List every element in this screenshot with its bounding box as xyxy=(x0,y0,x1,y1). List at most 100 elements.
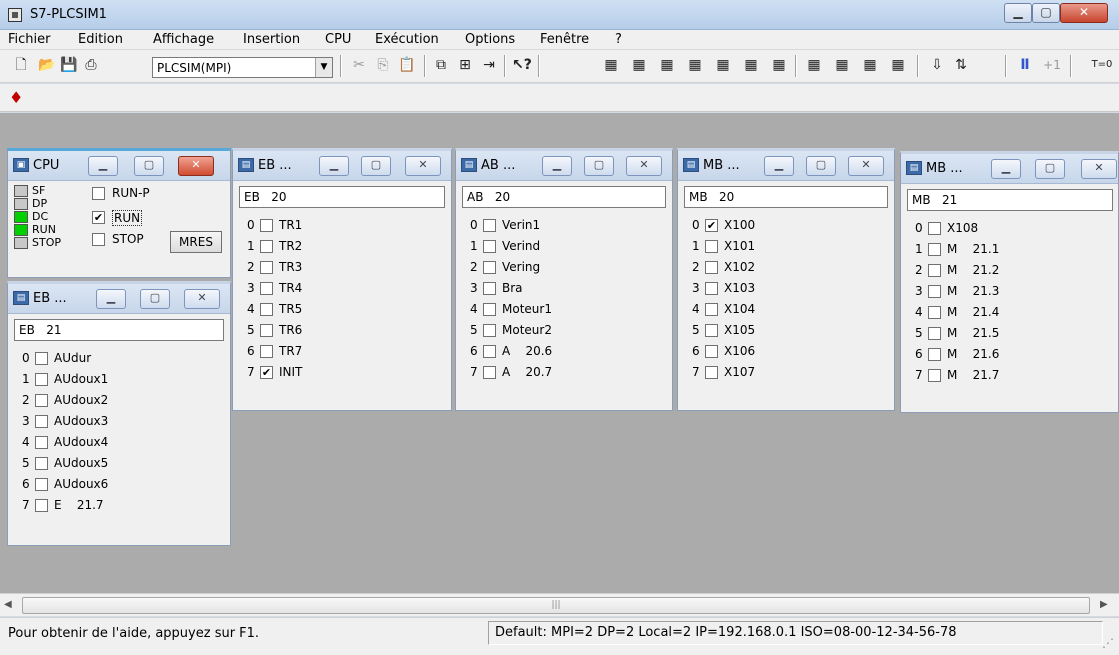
stop-checkbox[interactable] xyxy=(92,233,105,246)
mb20-maximize-button[interactable]: ▢ xyxy=(806,156,836,176)
pin-icon[interactable]: ⇥ xyxy=(480,56,498,74)
pause-icon[interactable]: Ⅱ xyxy=(1016,56,1034,74)
run-p-checkbox[interactable] xyxy=(92,187,105,200)
menu-fichier[interactable]: Fichier xyxy=(8,32,51,47)
bit-checkbox[interactable] xyxy=(928,222,941,235)
ab20-address-field[interactable]: AB 20 xyxy=(462,186,666,208)
bit-checkbox[interactable] xyxy=(928,348,941,361)
bit-checkbox[interactable] xyxy=(705,282,718,295)
menu-affichage[interactable]: Affichage xyxy=(153,32,214,47)
connection-select[interactable]: PLCSIM(MPI) ▼ xyxy=(152,57,333,78)
eb20-minimize-button[interactable]: ▁ xyxy=(319,156,349,176)
bit-checkbox[interactable] xyxy=(705,366,718,379)
horizontal-scrollbar[interactable]: ◀ ||| ▶ xyxy=(0,593,1119,616)
insert-bit-memory-icon[interactable]: ▦ xyxy=(658,56,676,74)
breakpoint-pin-icon[interactable]: ♦ xyxy=(9,88,23,107)
insert-output-icon[interactable]: ▦ xyxy=(686,56,704,74)
bit-checkbox[interactable] xyxy=(705,240,718,253)
bit-checkbox[interactable] xyxy=(483,282,496,295)
eb20-close-button[interactable]: ✕ xyxy=(405,156,441,176)
scroll-left-arrow-icon[interactable]: ◀ xyxy=(4,598,18,612)
chevron-down-icon[interactable]: ▼ xyxy=(315,58,332,77)
bit-checkbox[interactable] xyxy=(35,499,48,512)
cpu-minimize-button[interactable]: ▁ xyxy=(88,156,118,176)
context-help-icon[interactable]: ↖? xyxy=(512,56,532,74)
insert-input-icon[interactable]: ▦ xyxy=(602,56,620,74)
cpu-maximize-button[interactable]: ▢ xyxy=(134,156,164,176)
eb20-maximize-button[interactable]: ▢ xyxy=(361,156,391,176)
bit-checkbox[interactable] xyxy=(928,285,941,298)
bit-checkbox[interactable] xyxy=(928,369,941,382)
bit-checkbox[interactable] xyxy=(35,478,48,491)
open-folder-icon[interactable]: 📂 xyxy=(38,56,56,74)
bit-checkbox[interactable] xyxy=(928,327,941,340)
insert-timer-icon[interactable]: ▦ xyxy=(714,56,732,74)
resize-grip-icon[interactable]: ⋰ xyxy=(1102,636,1114,650)
menu-execution[interactable]: Exécution xyxy=(375,32,439,47)
mb20-close-button[interactable]: ✕ xyxy=(848,156,884,176)
copy-icon[interactable]: ⎘ xyxy=(374,56,392,74)
bit-checkbox[interactable] xyxy=(35,394,48,407)
mb20-address-field[interactable]: MB 20 xyxy=(684,186,888,208)
bit-checkbox[interactable] xyxy=(483,303,496,316)
single-scan-icon[interactable]: ⇩ xyxy=(928,56,946,74)
maximize-button[interactable]: ▢ xyxy=(1032,3,1060,23)
insert-block-register-icon[interactable]: ▦ xyxy=(861,56,879,74)
new-file-icon[interactable]: 🗋 xyxy=(12,56,30,74)
minimize-button[interactable]: ▁ xyxy=(1004,3,1032,23)
insert-counter-icon[interactable]: ▦ xyxy=(742,56,760,74)
bit-checkbox[interactable] xyxy=(260,261,273,274)
bit-checkbox[interactable] xyxy=(705,324,718,337)
bit-checkbox[interactable] xyxy=(35,373,48,386)
mb20-minimize-button[interactable]: ▁ xyxy=(764,156,794,176)
insert-accumulator-icon[interactable]: ▦ xyxy=(833,56,851,74)
eb21-address-field[interactable]: EB 21 xyxy=(14,319,224,341)
menu-cpu[interactable]: CPU xyxy=(325,32,351,47)
bit-checkbox[interactable] xyxy=(260,345,273,358)
eb21-close-button[interactable]: ✕ xyxy=(184,289,220,309)
tile-icon[interactable]: ⊞ xyxy=(456,56,474,74)
ab20-minimize-button[interactable]: ▁ xyxy=(542,156,572,176)
bit-checkbox[interactable] xyxy=(928,264,941,277)
bit-checkbox[interactable] xyxy=(260,282,273,295)
bit-checkbox[interactable] xyxy=(705,303,718,316)
bit-checkbox[interactable] xyxy=(705,261,718,274)
menu-edition[interactable]: Edition xyxy=(78,32,123,47)
bit-checkbox[interactable] xyxy=(35,352,48,365)
bit-checkbox[interactable] xyxy=(928,243,941,256)
bit-checkbox[interactable] xyxy=(928,306,941,319)
bit-checkbox[interactable] xyxy=(483,345,496,358)
insert-generic-icon[interactable]: ▦ xyxy=(770,56,788,74)
bit-checkbox[interactable] xyxy=(705,345,718,358)
timer-reset-button[interactable]: T=0 xyxy=(1088,56,1116,74)
paste-icon[interactable]: 📋 xyxy=(398,56,416,74)
bit-checkbox[interactable] xyxy=(260,240,273,253)
bit-checkbox[interactable] xyxy=(260,219,273,232)
eb20-address-field[interactable]: EB 20 xyxy=(239,186,445,208)
bit-checkbox[interactable] xyxy=(483,261,496,274)
menu-options[interactable]: Options xyxy=(465,32,515,47)
bit-checkbox[interactable] xyxy=(483,240,496,253)
scroll-thumb[interactable]: ||| xyxy=(22,597,1090,614)
print-icon[interactable]: ⎙ xyxy=(82,56,100,74)
bit-checkbox[interactable] xyxy=(260,324,273,337)
mb21-close-button[interactable]: ✕ xyxy=(1081,159,1117,179)
eb21-maximize-button[interactable]: ▢ xyxy=(140,289,170,309)
bit-checkbox[interactable] xyxy=(35,436,48,449)
continuous-scan-icon[interactable]: ⇅ xyxy=(952,56,970,74)
step-button[interactable]: +1 xyxy=(1040,56,1064,74)
bit-checkbox[interactable] xyxy=(483,219,496,232)
cpu-close-button[interactable]: ✕ xyxy=(178,156,214,176)
mb21-maximize-button[interactable]: ▢ xyxy=(1035,159,1065,179)
close-button[interactable]: ✕ xyxy=(1060,3,1108,23)
save-icon[interactable]: 💾 xyxy=(60,56,78,74)
bit-checkbox[interactable] xyxy=(35,457,48,470)
insert-vertical-bits-icon[interactable]: ▦ xyxy=(805,56,823,74)
bit-checkbox[interactable]: ✔ xyxy=(260,366,273,379)
cut-icon[interactable]: ✂ xyxy=(350,56,368,74)
mres-button[interactable]: MRES xyxy=(170,231,222,253)
ab20-close-button[interactable]: ✕ xyxy=(626,156,662,176)
menu-fenetre[interactable]: Fenêtre xyxy=(540,32,589,47)
cascade-icon[interactable]: ⧉ xyxy=(432,56,450,74)
eb21-minimize-button[interactable]: ▁ xyxy=(96,289,126,309)
